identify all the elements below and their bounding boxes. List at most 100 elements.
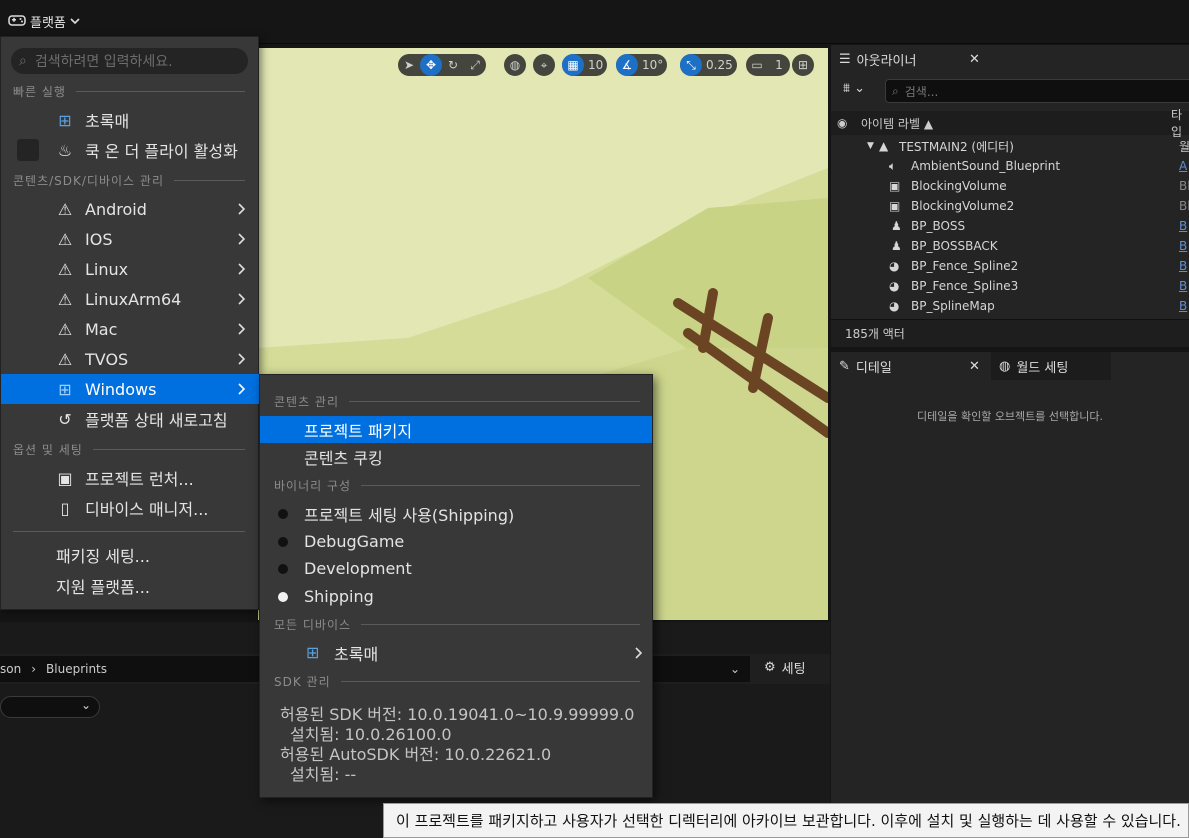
config-option[interactable]: Development [260,555,652,582]
content-settings-button[interactable]: ⚙ 세팅 [764,658,806,677]
rotation-snap: ∡ 10° [616,54,668,76]
outliner-row[interactable]: ▣ BlockingVolume2 Bl [831,196,1189,216]
menu-item-label: Android [85,199,147,219]
section-label: SDK 관리 [274,674,331,689]
platform-linux[interactable]: ⚠ Linux [1,254,259,284]
row-type[interactable]: B [1179,219,1187,233]
angle-icon[interactable]: ∡ [616,54,638,76]
cook-content[interactable]: 콘텐츠 쿠킹 [260,443,652,470]
select-tool-icon[interactable]: ➤ [398,54,420,76]
section-sdk: SDK 관리 [274,672,640,690]
radio-button[interactable] [278,591,288,602]
scale-snap-value[interactable]: 0.25 [702,54,737,76]
row-label: BP_SplineMap [911,299,995,313]
windows-icon: ⊞ [58,110,72,130]
layout-icon[interactable]: ⊞ [792,54,814,76]
row-type[interactable]: A [1179,159,1187,173]
radio-button[interactable] [278,536,288,547]
chevron-down-icon[interactable]: ⌄ [730,662,740,676]
tab-details[interactable]: ✎ 디테일 ✕ [831,352,987,380]
camera-icon[interactable]: ▭ [746,54,768,76]
content-filter-dropdown[interactable]: ⌄ [0,696,100,718]
outliner-row[interactable]: ♟ BP_BOSSBACK B [831,236,1189,256]
platform-ios[interactable]: ⚠ IOS [1,224,259,254]
outliner-row[interactable]: ◕ BP_Fence_Spline2 B [831,256,1189,276]
platform-linuxarm64[interactable]: ⚠ LinuxArm64 [1,284,259,314]
row-type: Bl [1179,179,1189,193]
warning-icon: ⚠ [57,199,73,219]
config-option[interactable]: DebugGame [260,528,652,555]
outliner-panel: ☰ 아웃라이너 ✕ ⩩ ⌄ ⌕ 검색... ◉ 아이템 라벨 ▲ 타입 ▼ ▲ … [831,45,1189,347]
radio-button[interactable] [278,563,288,574]
device-manager[interactable]: ▯ 디바이스 매니저... [1,493,259,523]
menu-item-label: Linux [85,259,129,279]
section-label: 콘텐츠 관리 [274,394,340,409]
scale-snap-icon[interactable]: ⤡ [680,54,702,76]
grid-snap-value[interactable]: 10 [584,54,607,76]
filter-icon[interactable]: ⩩ ⌄ [843,81,865,96]
outliner-search-input[interactable]: ⌕ 검색... [885,79,1189,103]
scale-tool-icon[interactable]: ⤢ [464,54,486,76]
refresh-platform-status[interactable]: ↺ 플랫폼 상태 새로고침 [1,404,259,434]
supported-platforms[interactable]: 지원 플랫폼... [1,571,259,601]
platform-label: 플랫폼 [30,15,66,31]
actor-sphere-icon: ◕ [889,299,900,313]
cook-on-the-fly-toggle[interactable]: ♨ 쿡 온 더 플라이 활성화 [1,135,259,165]
packaging-settings[interactable]: 패키징 세팅... [1,540,259,570]
details-empty-message: 디테일을 확인할 오브젝트를 선택합니다. [916,410,1104,423]
checkbox[interactable] [17,139,39,161]
device-item[interactable]: ⊞ 초록매 [260,639,652,666]
column-item-label[interactable]: 아이템 라벨 ▲ [861,115,933,132]
config-option[interactable]: Shipping [260,583,652,610]
globe-icon[interactable]: ◍ [504,54,526,76]
breadcrumb-item[interactable]: son [0,662,21,676]
menu-item-label: DebugGame [304,532,405,551]
outliner-root-row[interactable]: ▼ ▲ TESTMAIN2 (에디터) 월 [831,136,1189,156]
outliner-filter-bar: ⩩ ⌄ ⌕ 검색... [831,77,1189,105]
menu-item-label: Development [304,559,412,578]
outliner-row[interactable]: ♟ BP_BOSS B [831,216,1189,236]
row-type[interactable]: B [1179,259,1187,273]
rotate-tool-icon[interactable]: ↻ [442,54,464,76]
rotation-snap-value[interactable]: 10° [638,54,667,76]
outliner-row[interactable]: ◕ BP_SplineMap B [831,296,1189,316]
expand-arrow-icon[interactable]: ▼ [867,141,874,151]
radio-button[interactable] [278,508,288,519]
outliner-search-placeholder: 검색... [904,84,939,99]
tab-world-settings[interactable]: ◍ 월드 세팅 [991,352,1111,380]
platform-button[interactable]: 플랫폼 [4,8,84,34]
row-type[interactable]: B [1179,299,1187,313]
surface-snap-icon[interactable]: ⌖ [533,54,555,76]
platform-tvos[interactable]: ⚠ TVOS [1,344,259,374]
platform-mac[interactable]: ⚠ Mac [1,314,259,344]
menu-item-label: 지원 플랫폼... [56,578,150,597]
chevron-right-icon [238,323,246,335]
breadcrumb-item[interactable]: Blueprints [46,662,107,676]
config-option[interactable]: 프로젝트 세팅 사용(Shipping) [260,500,652,527]
section-content-sdk: 콘텐츠/SDK/디바이스 관리 [13,171,245,189]
outliner-row[interactable]: ▣ BlockingVolume Bl [831,176,1189,196]
row-label: BP_Fence_Spline3 [911,279,1019,293]
outliner-row[interactable]: 🔈︎ AmbientSound_Blueprint A [831,156,1189,176]
grid-icon[interactable]: ▦ [562,54,584,76]
platform-android[interactable]: ⚠ Android [1,194,259,224]
project-launcher[interactable]: ▣ 프로젝트 런처... [1,463,259,493]
search-icon: ⌕ [892,83,899,98]
close-icon[interactable]: ✕ [969,52,980,67]
move-tool-icon[interactable]: ✥ [420,54,442,76]
outliner-column-header: ◉ 아이템 라벨 ▲ 타입 [831,108,1189,139]
outliner-row[interactable]: ◕ BP_Fence_Spline3 B [831,276,1189,296]
platform-windows[interactable]: ⊞ Windows [1,374,259,404]
eye-icon[interactable]: ◉ [837,116,847,130]
camera-speed-value[interactable]: 1 [768,54,790,76]
section-quick-launch: 빠른 실행 [13,82,245,100]
column-type[interactable]: 타입 [1171,106,1189,140]
row-type[interactable]: B [1179,239,1187,253]
chevron-right-icon [238,383,246,395]
close-icon[interactable]: ✕ [969,359,980,374]
menu-search-input[interactable]: ⌕ 검색하려면 입력하세요. [11,48,248,74]
quick-launch-device[interactable]: ⊞ 초록매 [1,105,259,135]
tab-outliner[interactable]: ☰ 아웃라이너 ✕ [831,45,987,73]
package-project[interactable]: 프로젝트 패키지 [260,416,652,443]
row-type[interactable]: B [1179,279,1187,293]
